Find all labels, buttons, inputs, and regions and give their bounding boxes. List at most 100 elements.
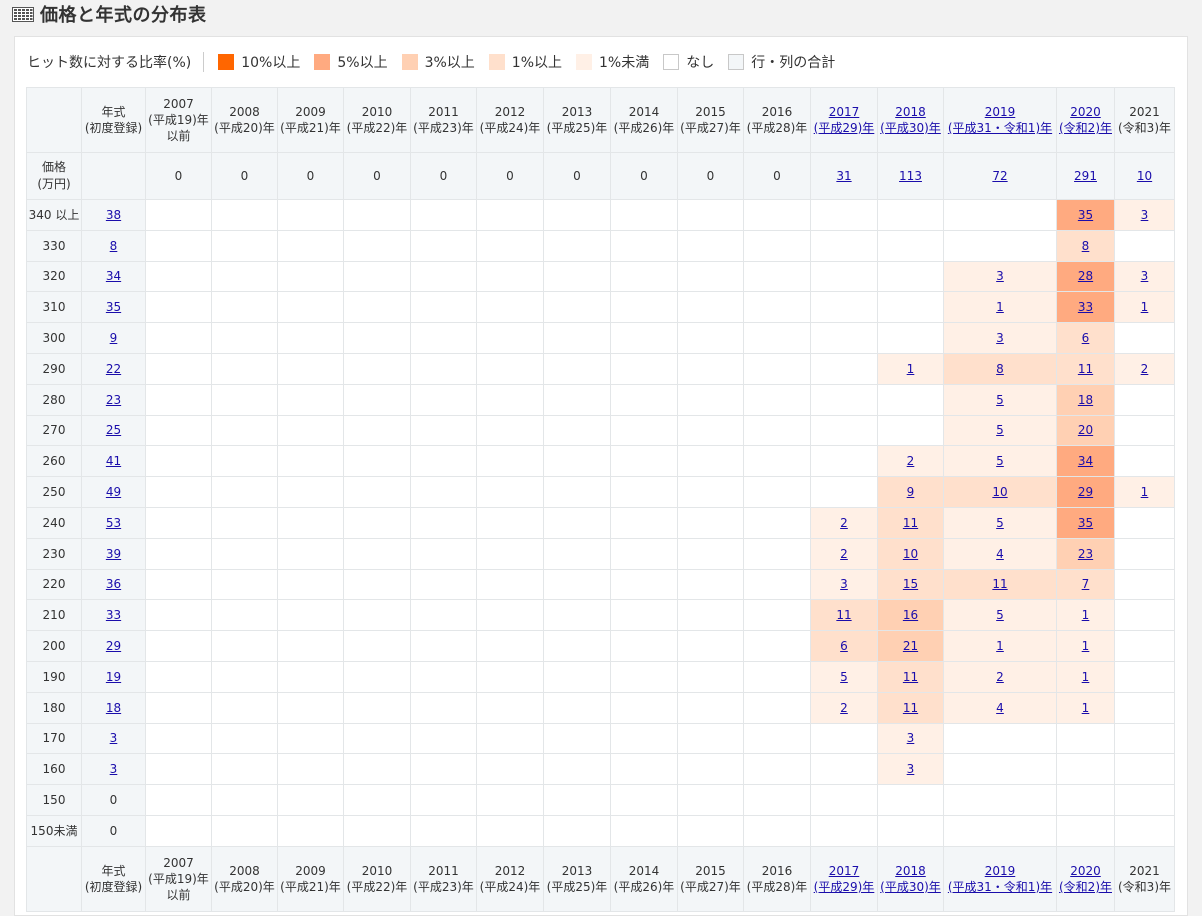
count-link[interactable]: 1	[1141, 485, 1149, 499]
count-link[interactable]: 2	[840, 701, 848, 715]
count-cell[interactable]: 5	[943, 506, 1057, 539]
count-link[interactable]: 10	[903, 547, 918, 561]
year-total-cell[interactable]: 113	[877, 152, 944, 200]
count-cell[interactable]: 33	[1056, 291, 1115, 324]
count-cell[interactable]: 3	[943, 260, 1057, 293]
row-total-value[interactable]: 3	[110, 731, 118, 745]
count-link[interactable]: 21	[903, 639, 918, 653]
count-link[interactable]: 28	[1078, 269, 1093, 283]
count-link[interactable]: 18	[1078, 393, 1093, 407]
count-link[interactable]: 11	[903, 701, 918, 715]
row-total-cell[interactable]: 53	[81, 506, 146, 539]
year-total-value[interactable]: 31	[836, 169, 851, 183]
count-cell[interactable]: 15	[877, 568, 944, 601]
year-total-value[interactable]: 72	[992, 169, 1007, 183]
count-link[interactable]: 16	[903, 608, 918, 622]
count-cell[interactable]: 4	[943, 691, 1057, 724]
row-total-cell[interactable]: 36	[81, 568, 146, 601]
count-cell[interactable]: 11	[810, 599, 878, 632]
count-link[interactable]: 1	[907, 362, 915, 376]
count-cell[interactable]: 16	[877, 599, 944, 632]
count-cell[interactable]: 3	[1114, 199, 1175, 231]
count-link[interactable]: 4	[996, 547, 1004, 561]
count-cell[interactable]: 9	[877, 476, 944, 508]
row-total-value[interactable]: 35	[106, 300, 121, 314]
count-cell[interactable]: 2	[810, 691, 878, 724]
count-cell[interactable]: 6	[1056, 322, 1115, 354]
count-link[interactable]: 3	[840, 577, 848, 591]
count-link[interactable]: 11	[992, 577, 1007, 591]
count-cell[interactable]: 23	[1056, 537, 1115, 570]
count-cell[interactable]: 11	[943, 568, 1057, 601]
count-cell[interactable]: 2	[943, 660, 1057, 693]
count-cell[interactable]: 5	[943, 445, 1057, 478]
row-total-value[interactable]: 36	[106, 577, 121, 591]
count-cell[interactable]: 11	[877, 506, 944, 539]
year-column-header[interactable]: 2019 (平成31・令和1)年	[943, 87, 1057, 153]
count-cell[interactable]: 3	[877, 722, 944, 755]
count-cell[interactable]: 2	[810, 537, 878, 570]
row-total-cell[interactable]: 38	[81, 199, 146, 231]
row-total-value[interactable]: 29	[106, 639, 121, 653]
count-cell[interactable]: 5	[943, 414, 1057, 447]
row-total-cell[interactable]: 34	[81, 260, 146, 293]
row-total-value[interactable]: 39	[106, 547, 121, 561]
count-cell[interactable]: 29	[1056, 476, 1115, 508]
count-link[interactable]: 1	[1141, 300, 1149, 314]
year-label-line[interactable]: (平成29)年	[812, 120, 877, 136]
row-total-cell[interactable]: 3	[81, 753, 146, 786]
count-link[interactable]: 10	[992, 485, 1007, 499]
row-total-cell[interactable]: 49	[81, 476, 146, 508]
count-cell[interactable]: 1	[877, 352, 944, 385]
count-link[interactable]: 11	[903, 670, 918, 684]
count-cell[interactable]: 6	[810, 630, 878, 662]
count-link[interactable]: 34	[1078, 454, 1093, 468]
row-total-value[interactable]: 22	[106, 362, 121, 376]
count-link[interactable]: 20	[1078, 423, 1093, 437]
count-cell[interactable]: 11	[877, 660, 944, 693]
count-link[interactable]: 5	[840, 670, 848, 684]
count-cell[interactable]: 1	[943, 630, 1057, 662]
year-total-cell[interactable]: 291	[1056, 152, 1115, 200]
year-column-header[interactable]: 2017 (平成29)年	[810, 845, 878, 912]
row-total-value[interactable]: 49	[106, 485, 121, 499]
year-total-cell[interactable]: 10	[1114, 152, 1175, 200]
count-link[interactable]: 6	[840, 639, 848, 653]
row-total-value[interactable]: 8	[110, 239, 118, 253]
count-cell[interactable]: 3	[877, 753, 944, 786]
count-cell[interactable]: 1	[1114, 476, 1175, 508]
year-total-cell[interactable]: 31	[810, 152, 878, 200]
row-total-value[interactable]: 9	[110, 331, 118, 345]
row-total-value[interactable]: 18	[106, 701, 121, 715]
count-cell[interactable]: 2	[810, 506, 878, 539]
count-cell[interactable]: 1	[1056, 660, 1115, 693]
year-total-value[interactable]: 113	[899, 169, 922, 183]
count-link[interactable]: 2	[840, 516, 848, 530]
year-total-cell[interactable]: 72	[943, 152, 1057, 200]
year-total-value[interactable]: 291	[1074, 169, 1097, 183]
row-total-value[interactable]: 33	[106, 608, 121, 622]
count-link[interactable]: 29	[1078, 485, 1093, 499]
count-cell[interactable]: 1	[1114, 291, 1175, 324]
row-total-cell[interactable]: 25	[81, 414, 146, 447]
count-cell[interactable]: 35	[1056, 506, 1115, 539]
count-cell[interactable]: 5	[810, 660, 878, 693]
year-label-line[interactable]: 2018	[879, 104, 943, 120]
count-cell[interactable]: 1	[1056, 599, 1115, 632]
row-total-cell[interactable]: 41	[81, 445, 146, 478]
count-link[interactable]: 8	[1082, 239, 1090, 253]
count-link[interactable]: 3	[996, 331, 1004, 345]
row-total-cell[interactable]: 8	[81, 229, 146, 262]
row-total-value[interactable]: 23	[106, 393, 121, 407]
row-total-cell[interactable]: 22	[81, 352, 146, 385]
year-column-header[interactable]: 2018 (平成30)年	[877, 845, 944, 912]
count-cell[interactable]: 11	[1056, 352, 1115, 385]
count-link[interactable]: 2	[840, 547, 848, 561]
year-label-line[interactable]: (平成30)年	[879, 879, 943, 895]
row-total-value[interactable]: 25	[106, 423, 121, 437]
row-total-value[interactable]: 53	[106, 516, 121, 530]
row-total-cell[interactable]: 33	[81, 599, 146, 632]
row-total-cell[interactable]: 18	[81, 691, 146, 724]
row-total-cell[interactable]: 9	[81, 322, 146, 354]
row-total-cell[interactable]: 3	[81, 722, 146, 755]
